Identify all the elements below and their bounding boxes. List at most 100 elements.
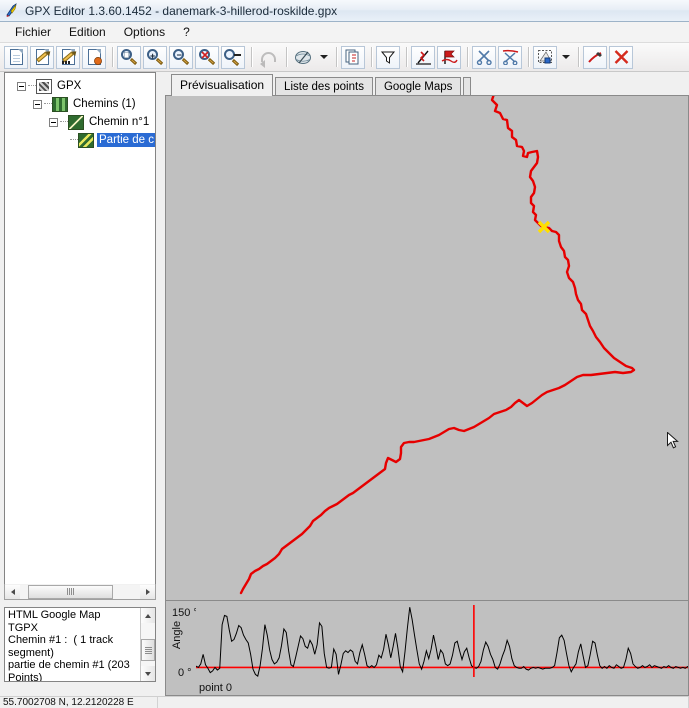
toolbar-separator: [332, 46, 341, 69]
tree-connector: [70, 139, 78, 141]
map-preview-area[interactable]: [165, 95, 689, 604]
gpx-editor-window: GPX Editor 1.3.60.1452 - danemark-3-hill…: [0, 0, 689, 708]
tab-spacer: [463, 77, 472, 96]
scroll-track[interactable]: [141, 623, 155, 666]
zoom-reset-button[interactable]: [195, 45, 219, 69]
reverse-track-button[interactable]: [411, 45, 435, 69]
tree-horizontal-scrollbar[interactable]: [4, 584, 156, 600]
tab-liste-des-points[interactable]: Liste des points: [275, 77, 373, 96]
grip-icon: [67, 588, 74, 595]
tree-label-selected: Partie de c: [97, 133, 155, 147]
copy-track-button[interactable]: [341, 45, 365, 69]
tree-node-chemins[interactable]: Chemins (1): [9, 95, 155, 113]
menu-help[interactable]: ?: [174, 23, 199, 41]
tree-label: GPX: [57, 80, 82, 92]
path-icon: [68, 114, 84, 130]
open-file-button[interactable]: [30, 45, 54, 69]
chart-ytick-min: 0 °: [178, 667, 192, 679]
crop-selection-icon: [537, 50, 552, 64]
arrow-right-icon: [145, 588, 150, 595]
chevron-down-icon: [319, 55, 328, 59]
chart-y-axis-label: Angle: [171, 620, 183, 650]
erase-point-button[interactable]: [583, 45, 607, 69]
toolbar-separator: [574, 46, 583, 69]
map-style-button[interactable]: [291, 46, 315, 69]
split-track-button[interactable]: [472, 45, 496, 69]
tab-strip: Prévisualisation Liste des points Google…: [163, 72, 689, 96]
tree-connector: [44, 103, 52, 105]
scroll-left-button[interactable]: [5, 584, 20, 599]
arrow-up-icon: [145, 613, 151, 618]
toolbar-separator: [247, 46, 256, 69]
arrow-left-icon: [10, 588, 15, 595]
chart-x-axis-label: point 0: [199, 682, 233, 694]
zoom-in-button[interactable]: +: [143, 45, 167, 69]
gpx-tree-panel[interactable]: GPX Chemins (1) Chemin n°1 Partie de c: [4, 72, 156, 600]
status-secondary: [158, 697, 689, 708]
filter-button[interactable]: [376, 45, 400, 69]
angle-chart-panel[interactable]: 150 ° 0 ° Angle point 0: [165, 600, 689, 696]
scroll-down-button[interactable]: [141, 666, 155, 681]
tree-label: Chemin n°1: [89, 116, 150, 128]
tree-node-chemin-1[interactable]: Chemin n°1: [9, 113, 155, 131]
map-style-dropdown[interactable]: [317, 46, 330, 69]
menu-bar: Fichier Edition Options ?: [0, 22, 689, 43]
copy-pages-icon: [345, 49, 359, 65]
scroll-track[interactable]: [20, 584, 140, 599]
info-text-panel[interactable]: HTML Google Map TGPX Chemin #1 : ( 1 tra…: [4, 607, 156, 682]
tab-google-maps[interactable]: Google Maps: [374, 77, 462, 96]
undo-button[interactable]: [256, 46, 280, 69]
right-panel: Prévisualisation Liste des points Google…: [163, 72, 689, 696]
red-x-icon: [614, 50, 628, 64]
reverse-track-icon: [415, 50, 431, 65]
gpx-app-icon: [5, 3, 20, 18]
expander-minus-icon[interactable]: [17, 81, 26, 91]
toolbar-separator: [108, 46, 117, 69]
save-file-button[interactable]: [56, 45, 80, 69]
crop-dropdown[interactable]: [559, 46, 572, 69]
tree-node-gpx[interactable]: GPX: [9, 77, 155, 95]
gpx-root-icon: [36, 78, 52, 94]
tree-connector: [60, 121, 68, 123]
track-map: [166, 96, 688, 604]
status-coordinates: 55.7002708 N, 12.2120228 E: [0, 697, 158, 708]
flag-track-icon: [441, 50, 458, 64]
funnel-icon: [380, 51, 396, 64]
window-title: GPX Editor 1.3.60.1452 - danemark-3-hill…: [25, 3, 338, 18]
segment-icon: [78, 132, 94, 148]
title-bar: GPX Editor 1.3.60.1452 - danemark-3-hill…: [0, 0, 689, 22]
tab-previsualisation[interactable]: Prévisualisation: [171, 74, 274, 96]
menu-options[interactable]: Options: [115, 23, 174, 41]
split-track-red-button[interactable]: [498, 45, 522, 69]
zoom-out-button[interactable]: −: [169, 45, 193, 69]
expander-minus-icon[interactable]: [33, 99, 42, 109]
info-vertical-scrollbar[interactable]: [140, 608, 155, 681]
eraser-icon: [587, 52, 602, 63]
zoom-fit-button[interactable]: [117, 45, 141, 69]
scroll-up-button[interactable]: [141, 608, 155, 623]
gpx-tree: GPX Chemins (1) Chemin n°1 Partie de c: [5, 73, 155, 149]
paths-folder-icon: [52, 96, 68, 112]
menu-fichier[interactable]: Fichier: [6, 23, 60, 41]
scroll-thumb[interactable]: [28, 584, 113, 599]
new-file-button[interactable]: [4, 45, 28, 69]
grip-icon: [144, 646, 152, 654]
new-document-icon: [9, 49, 23, 65]
toolbar-separator: [402, 46, 411, 69]
expander-minus-icon[interactable]: [49, 117, 58, 127]
zoom-select-button[interactable]: [221, 45, 245, 69]
toolbar-separator: [282, 46, 291, 69]
scroll-thumb[interactable]: [141, 639, 155, 661]
info-text: HTML Google Map TGPX Chemin #1 : ( 1 tra…: [8, 609, 130, 681]
delete-button[interactable]: [609, 45, 633, 69]
arrow-down-icon: [145, 671, 151, 676]
toolbar-separator: [367, 46, 376, 69]
scissors-blue-icon: [476, 50, 492, 65]
scroll-right-button[interactable]: [140, 584, 155, 599]
map-background: [166, 96, 688, 604]
close-file-button[interactable]: [82, 45, 106, 69]
crop-button[interactable]: [533, 45, 557, 69]
flag-track-button[interactable]: [437, 45, 461, 69]
menu-edition[interactable]: Edition: [60, 23, 115, 41]
tree-node-partie-de-chemin[interactable]: Partie de c: [9, 131, 155, 149]
